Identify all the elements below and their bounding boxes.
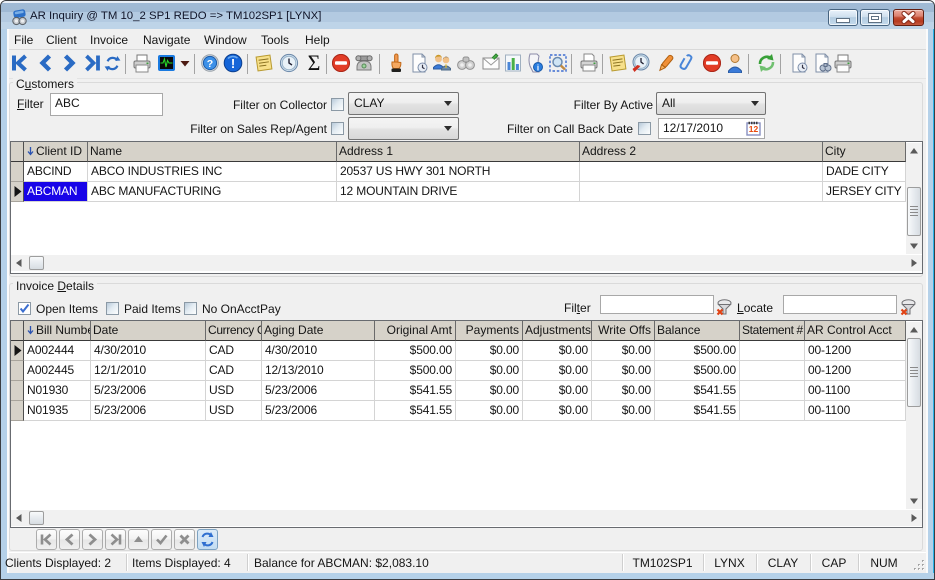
svg-text:12: 12 <box>749 124 759 134</box>
svg-text:i: i <box>537 64 539 73</box>
svg-text:!: ! <box>231 56 235 71</box>
svg-text:?: ? <box>207 58 213 70</box>
